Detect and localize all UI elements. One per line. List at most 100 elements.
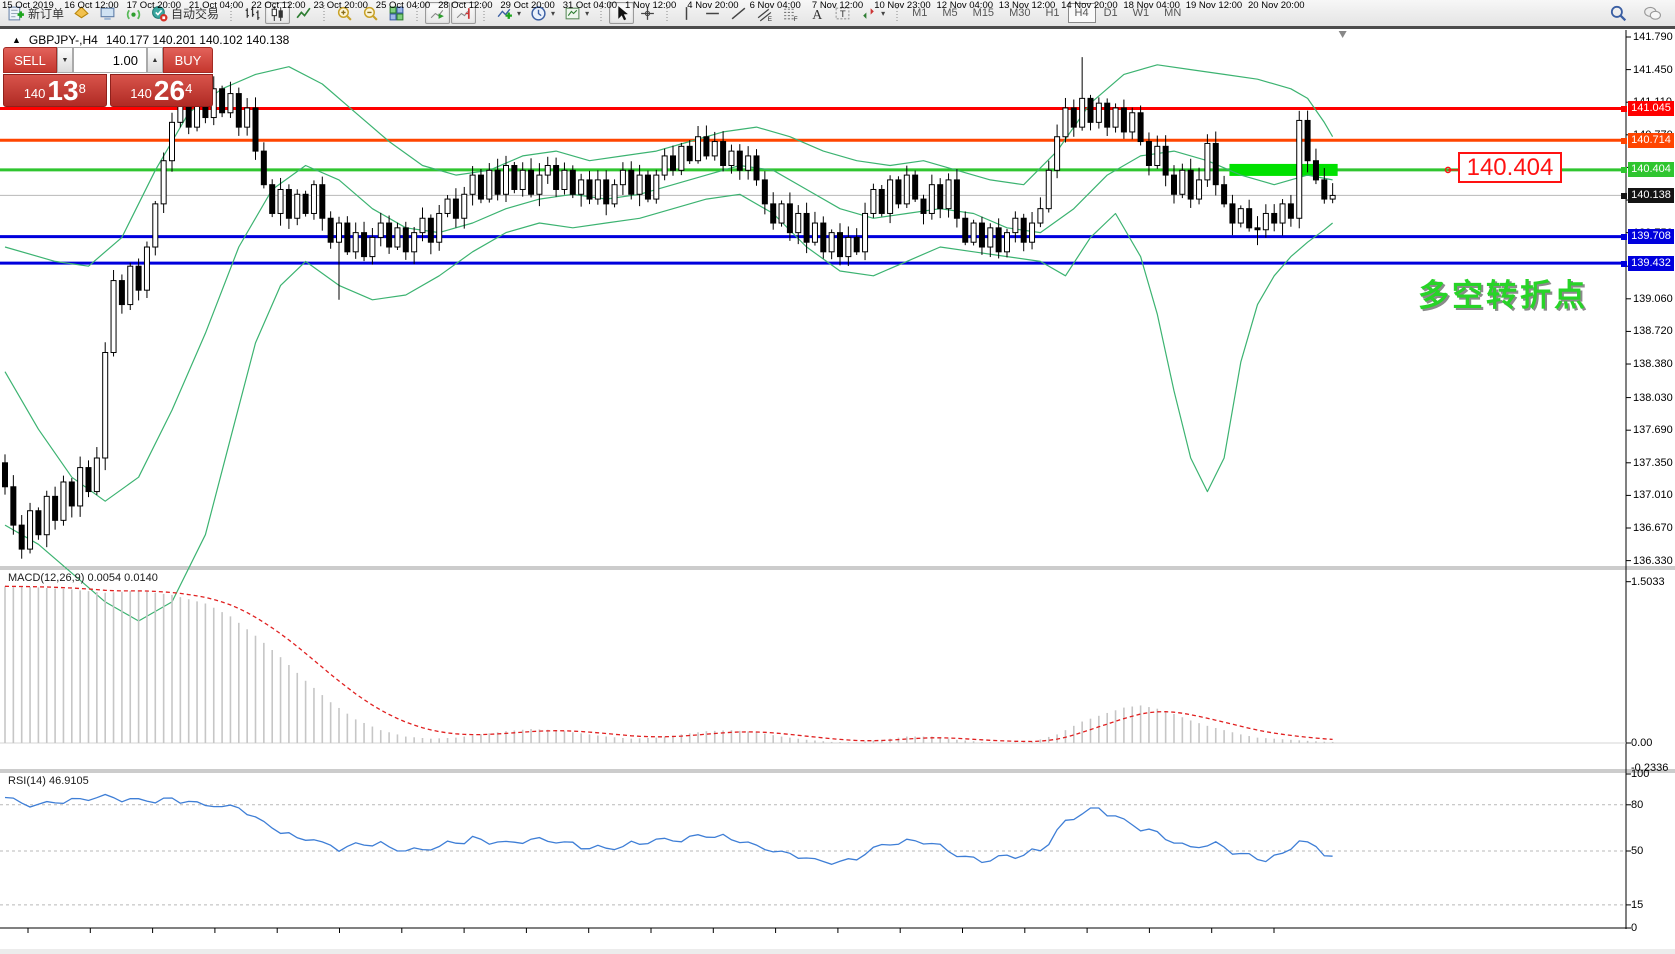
- candle: [879, 189, 884, 213]
- search-icon: [1609, 4, 1627, 22]
- candle: [228, 94, 233, 113]
- candle: [821, 223, 826, 252]
- candle: [838, 233, 843, 257]
- candle: [637, 175, 642, 194]
- candle: [345, 223, 350, 252]
- price-chip-139.432: 139.432: [1628, 256, 1674, 271]
- price-chip-connector: [1621, 261, 1627, 267]
- chat-button[interactable]: [1639, 2, 1665, 24]
- macd-pane-label: MACD(12,26,9) 0.0054 0.0140: [8, 572, 158, 584]
- candle: [220, 89, 225, 113]
- time-axis-label: 19 Nov 12:00: [1186, 0, 1243, 11]
- candle: [487, 170, 492, 199]
- candle: [144, 247, 149, 290]
- buy-price-pips: 26: [154, 78, 185, 104]
- price-axis-tick: 141.450: [1633, 64, 1673, 76]
- candle: [712, 142, 717, 156]
- sell-price-display[interactable]: 140138: [3, 74, 107, 107]
- time-axis-label: 13 Nov 12:00: [999, 0, 1056, 11]
- price-axis-tick: 138.380: [1633, 358, 1673, 370]
- candle: [504, 166, 509, 195]
- macd-axis-tick: 1.5033: [1631, 576, 1665, 588]
- time-axis-label: 28 Oct 12:00: [438, 0, 492, 11]
- price-axis-tick: 136.670: [1633, 522, 1673, 534]
- candle: [687, 146, 692, 160]
- candle: [1155, 146, 1160, 165]
- time-axis-label: 17 Oct 20:00: [127, 0, 181, 11]
- time-axis-label: 20 Nov 20:00: [1248, 0, 1305, 11]
- candle: [28, 511, 33, 549]
- search-button[interactable]: [1605, 2, 1631, 24]
- candle: [86, 468, 91, 492]
- candle: [1063, 108, 1068, 137]
- price-callout-label[interactable]: 140.404: [1458, 152, 1562, 183]
- time-axis-label: 14 Nov 20:00: [1061, 0, 1118, 11]
- candle: [662, 156, 667, 175]
- sell-price-pips: 13: [47, 78, 78, 104]
- candle: [696, 137, 701, 161]
- candle: [437, 213, 442, 242]
- price-chip-139.708: 139.708: [1628, 229, 1674, 244]
- candle: [1188, 170, 1193, 199]
- volume-input[interactable]: [73, 47, 147, 73]
- candle: [1305, 120, 1310, 160]
- time-axis-label: 16 Oct 12:00: [64, 0, 118, 11]
- time-axis-label: 12 Nov 04:00: [937, 0, 994, 11]
- candle: [395, 228, 400, 247]
- candle: [1146, 142, 1151, 166]
- price-axis-tick: 137.350: [1633, 457, 1673, 469]
- candle: [1013, 218, 1018, 232]
- candle: [119, 281, 124, 305]
- candle: [69, 482, 74, 506]
- rsi-axis-tick: 15: [1631, 899, 1643, 911]
- candle: [954, 180, 959, 218]
- candle: [462, 194, 467, 218]
- candle: [1322, 180, 1327, 199]
- svg-text:F: F: [794, 15, 798, 21]
- candle: [754, 156, 759, 180]
- candle: [328, 218, 333, 242]
- sell-button[interactable]: SELL: [3, 47, 57, 73]
- candle: [478, 175, 483, 199]
- time-axis-label: 18 Nov 04:00: [1123, 0, 1180, 11]
- candle: [1130, 113, 1135, 132]
- time-axis-label: 21 Oct 04:00: [189, 0, 243, 11]
- candle: [1330, 195, 1335, 199]
- symbol-period-label: GBPJPY-,H4: [29, 33, 98, 47]
- symbol-header: ▲ GBPJPY-,H4 140.177 140.201 140.102 140…: [12, 33, 289, 47]
- candle: [671, 156, 676, 170]
- candle: [971, 223, 976, 242]
- candle: [787, 204, 792, 233]
- buy-price-display[interactable]: 140264: [110, 74, 214, 107]
- price-axis-tick: 136.330: [1633, 555, 1673, 567]
- volume-increase-button[interactable]: ▲: [147, 47, 163, 73]
- candle: [362, 233, 367, 257]
- candle: [1180, 170, 1185, 194]
- candle: [1046, 170, 1051, 208]
- candle: [1096, 103, 1101, 122]
- candle: [261, 151, 266, 185]
- candle: [295, 194, 300, 218]
- price-axis-tick: 137.690: [1633, 424, 1673, 436]
- candle: [236, 94, 241, 128]
- candle: [353, 233, 358, 252]
- candle: [303, 194, 308, 213]
- candle: [1105, 103, 1110, 127]
- candle: [645, 175, 650, 199]
- chart-canvas[interactable]: [0, 29, 1675, 954]
- candle: [153, 204, 158, 247]
- candle: [704, 137, 709, 156]
- price-chip-141.045: 141.045: [1628, 101, 1674, 116]
- candle: [245, 108, 250, 127]
- candle: [1071, 108, 1076, 127]
- candle: [554, 166, 559, 190]
- candle: [170, 122, 175, 160]
- candle: [495, 170, 500, 194]
- candle: [1272, 213, 1277, 223]
- buy-button[interactable]: BUY: [163, 47, 213, 73]
- volume-decrease-button[interactable]: ▼: [57, 47, 73, 73]
- candle: [913, 175, 918, 199]
- symbol-collapse-icon[interactable]: ▲: [12, 35, 21, 45]
- turning-point-annotation[interactable]: 多空转折点: [1418, 270, 1588, 315]
- candle: [3, 463, 8, 487]
